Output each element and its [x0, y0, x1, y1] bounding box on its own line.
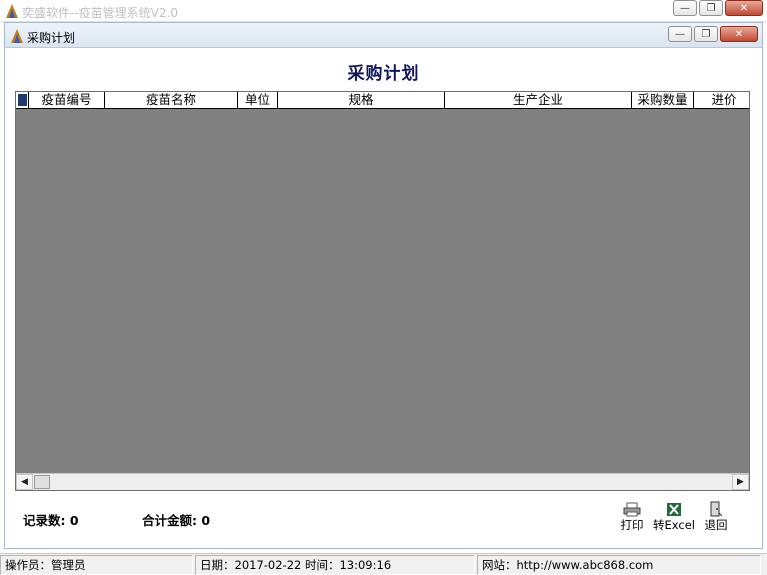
child-minimize-button[interactable]: —: [668, 26, 692, 42]
column-header-vaccine-code[interactable]: 疫苗编号: [29, 92, 105, 108]
exit-label: 退回: [704, 518, 728, 532]
exit-button[interactable]: 退回: [697, 501, 735, 537]
status-website: 网站：http://www.abc868.com: [477, 555, 761, 575]
total-amount-label: 合计金额:: [142, 513, 197, 528]
print-button[interactable]: 打印: [613, 501, 651, 537]
row-selector-corner[interactable]: [16, 92, 29, 108]
scroll-left-button[interactable]: ◀: [16, 474, 33, 490]
record-count: 记录数: 0: [23, 510, 79, 529]
printer-icon: [622, 501, 642, 517]
status-operator: 操作员：管理员: [0, 555, 193, 575]
scroll-thumb[interactable]: [34, 475, 50, 489]
arrow-left-icon: ◀: [21, 477, 28, 487]
child-window-title: 采购计划: [27, 31, 76, 45]
minimize-button[interactable]: —: [673, 0, 697, 16]
child-window: 采购计划 — ❐ ✕ 采购计划 疫苗编号 疫苗名称 单位 规格 生产企业 采购数…: [4, 22, 763, 549]
child-restore-button[interactable]: ❐: [694, 26, 718, 42]
column-header-spec[interactable]: 规格: [278, 92, 445, 108]
column-header-cost-price[interactable]: 进价: [694, 92, 749, 108]
restore-button[interactable]: ❐: [699, 0, 723, 16]
column-header-unit[interactable]: 单位: [238, 92, 278, 108]
excel-label: 转Excel: [653, 518, 695, 532]
restore-icon: ❐: [701, 28, 711, 40]
horizontal-scrollbar[interactable]: ◀ ▶: [16, 473, 749, 490]
minimize-icon: —: [680, 2, 690, 14]
total-amount-value: 0: [201, 513, 211, 528]
grid-header: 疫苗编号 疫苗名称 单位 规格 生产企业 采购数量 进价 采: [16, 92, 749, 109]
child-window-controls: — ❐ ✕: [668, 26, 758, 42]
child-title-bar: 采购计划 — ❐ ✕: [5, 23, 762, 48]
page-title: 采购计划: [347, 64, 420, 84]
main-title-bar: 奕盛软件--疫苗管理系统V2.0 — ❐ ✕: [0, 0, 767, 22]
column-header-manufacturer[interactable]: 生产企业: [445, 92, 632, 108]
print-label: 打印: [620, 518, 644, 532]
excel-icon: [664, 501, 684, 517]
app-logo-icon: [6, 4, 18, 18]
total-amount: 合计金额: 0: [142, 510, 210, 529]
close-icon: ✕: [734, 28, 744, 40]
door-exit-icon: [706, 501, 726, 517]
close-button[interactable]: ✕: [725, 0, 763, 16]
action-toolbar: 打印 转Excel 退回: [613, 501, 735, 537]
restore-icon: ❐: [706, 2, 716, 14]
row-marker-icon: [18, 94, 27, 106]
child-close-button[interactable]: ✕: [720, 26, 758, 42]
column-header-vaccine-name[interactable]: 疫苗名称: [105, 92, 238, 108]
export-excel-button[interactable]: 转Excel: [653, 501, 695, 537]
column-header-purchase-quantity[interactable]: 采购数量: [632, 92, 694, 108]
purchase-plan-grid[interactable]: 疫苗编号 疫苗名称 单位 规格 生产企业 采购数量 进价 采 ◀ ▶: [15, 91, 750, 491]
minimize-icon: —: [675, 28, 685, 40]
record-count-label: 记录数:: [23, 513, 66, 528]
record-count-value: 0: [69, 513, 79, 528]
scroll-right-button[interactable]: ▶: [732, 474, 749, 490]
window-controls: — ❐ ✕: [673, 0, 763, 16]
status-bar: 操作员：管理员 日期：2017-02-22 时间：13:09:16 网站：htt…: [0, 553, 767, 575]
app-logo-icon: [11, 29, 23, 43]
arrow-right-icon: ▶: [737, 477, 744, 487]
status-datetime: 日期：2017-02-22 时间：13:09:16: [195, 555, 475, 575]
window-title: 奕盛软件--疫苗管理系统V2.0: [22, 6, 178, 20]
close-icon: ✕: [739, 2, 749, 14]
